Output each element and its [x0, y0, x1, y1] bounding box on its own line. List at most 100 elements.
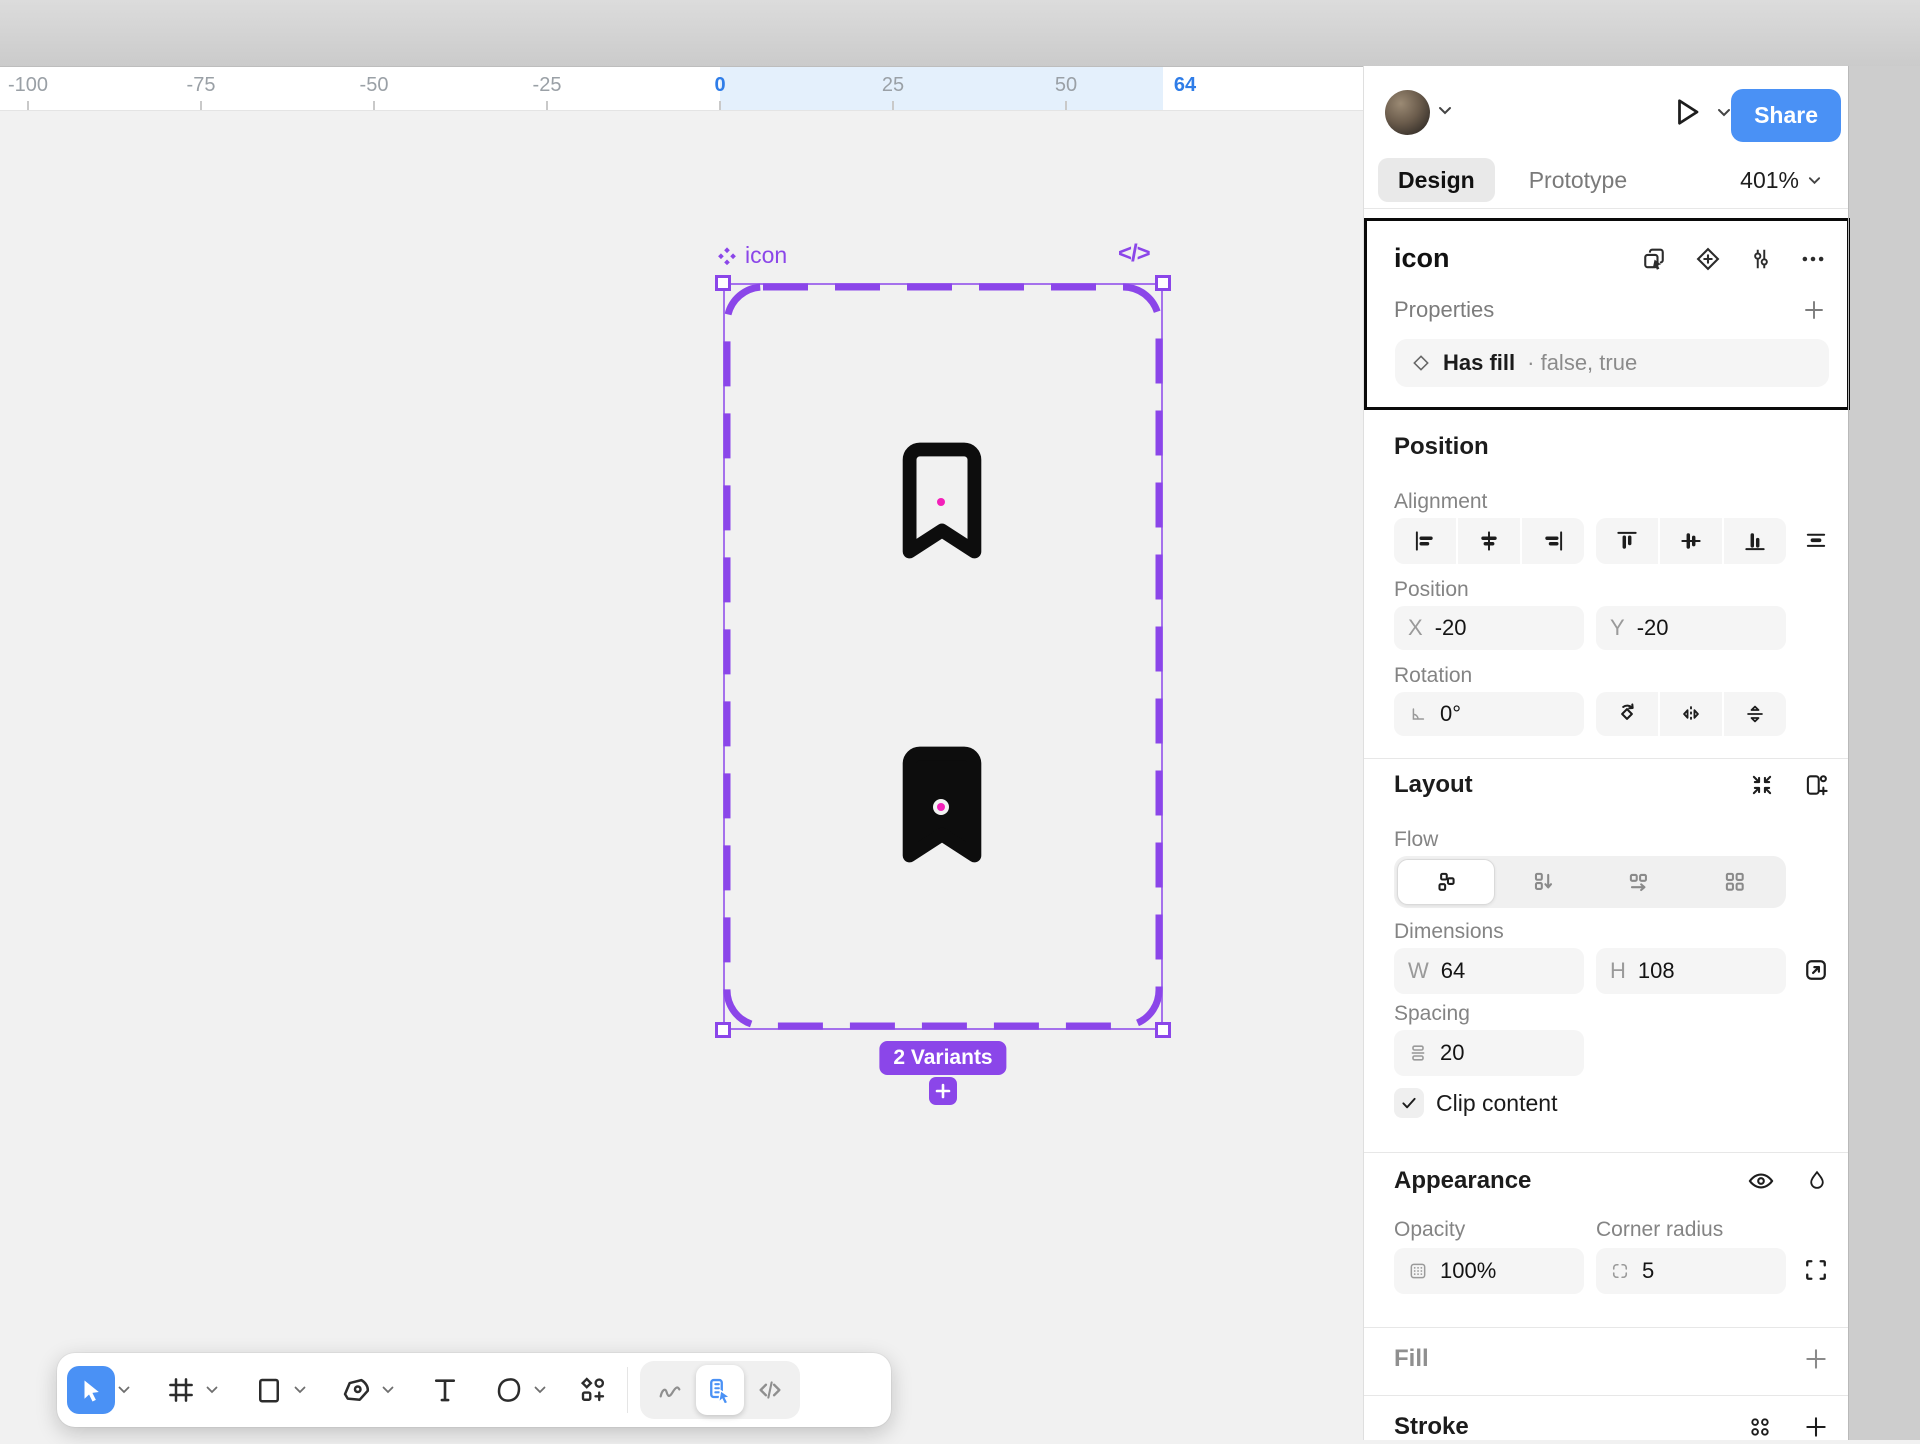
add-fill-icon[interactable] [1803, 1346, 1829, 1372]
resize-handle-se[interactable] [1155, 1022, 1171, 1038]
rectangle-tool-button[interactable] [247, 1367, 291, 1413]
zoom-level-value: 401% [1740, 167, 1799, 194]
align-top-button[interactable] [1596, 518, 1658, 564]
present-menu-chevron[interactable] [1717, 108, 1731, 117]
flow-vertical-option[interactable] [1495, 859, 1591, 905]
resize-to-fit-icon[interactable] [1802, 956, 1830, 984]
instance-swap-icon[interactable] [1640, 245, 1668, 273]
alignment-label: Alignment [1394, 490, 1487, 514]
ruler-tick-selection-end: 64 [1174, 74, 1196, 97]
h-label: H [1610, 958, 1626, 984]
component-diamond-plus-icon[interactable] [1694, 245, 1722, 273]
vertical-align-group [1596, 518, 1786, 564]
add-property-icon[interactable] [1802, 298, 1826, 322]
align-h-center-button[interactable] [1458, 518, 1520, 564]
independent-corners-icon[interactable] [1802, 1256, 1830, 1284]
flip-vertical-button[interactable] [1724, 692, 1786, 736]
present-play-button[interactable] [1672, 95, 1702, 129]
x-position-field[interactable]: X -20 [1394, 606, 1584, 650]
more-options-icon[interactable] [1800, 246, 1826, 272]
shrink-to-fit-icon[interactable] [1749, 772, 1775, 798]
rotation-field[interactable]: 0° [1394, 692, 1584, 736]
text-tool-button[interactable] [423, 1367, 467, 1413]
window-title-bar [0, 0, 1920, 67]
height-field[interactable]: H 108 [1596, 948, 1786, 994]
tab-design[interactable]: Design [1378, 158, 1495, 202]
pen-tool-menu-chevron[interactable] [379, 1367, 397, 1413]
right-properties-panel: Share Design Prototype 401% icon [1363, 66, 1849, 1440]
component-set-frame[interactable] [723, 283, 1163, 1030]
frame-tool-menu-chevron[interactable] [203, 1367, 221, 1413]
y-value: -20 [1637, 615, 1669, 641]
desktop-background-strip [1849, 66, 1920, 1440]
add-variant-button[interactable] [929, 1077, 957, 1105]
position-heading: Position [1394, 433, 1489, 461]
draw-mode-button[interactable] [646, 1365, 694, 1415]
rotation-value: 0° [1440, 701, 1461, 727]
variants-count-badge[interactable]: 2 Variants [879, 1041, 1006, 1075]
spacing-value: 20 [1440, 1040, 1464, 1066]
visibility-eye-icon[interactable] [1747, 1167, 1775, 1195]
property-has-fill-row[interactable]: Has fill · false, true [1395, 339, 1829, 387]
measure-mode-button[interactable] [696, 1365, 744, 1415]
component-props-sliders-icon[interactable] [1748, 245, 1774, 273]
dev-mode-button[interactable] [746, 1365, 794, 1415]
resize-handle-ne[interactable] [1155, 275, 1171, 291]
corner-radius-field[interactable]: 5 [1596, 1248, 1786, 1294]
flow-horizontal-option[interactable] [1591, 859, 1687, 905]
shape-tool-menu-chevron[interactable] [291, 1367, 309, 1413]
spacing-field[interactable]: 20 [1394, 1030, 1584, 1076]
flow-freeform-option[interactable] [1397, 859, 1495, 905]
shape-blob-tool-button[interactable] [487, 1367, 531, 1413]
align-bottom-button[interactable] [1724, 518, 1786, 564]
frame-tool-button[interactable] [159, 1367, 203, 1413]
clip-content-checkbox[interactable] [1394, 1088, 1424, 1118]
ruler-tick: -25 [533, 74, 562, 97]
resize-handle-nw[interactable] [715, 275, 731, 291]
flow-grid-option[interactable] [1687, 859, 1783, 905]
corner-radius-icon [1610, 1261, 1630, 1281]
align-right-button[interactable] [1522, 518, 1584, 564]
tab-prototype[interactable]: Prototype [1509, 158, 1647, 202]
pink-dot [937, 803, 945, 811]
ruler-selection-highlight [720, 67, 1163, 110]
flow-label: Flow [1394, 828, 1438, 852]
pen-tool-button[interactable] [335, 1367, 379, 1413]
ruler-tick: -75 [187, 74, 216, 97]
component-title: icon [1394, 243, 1450, 274]
opacity-field[interactable]: 100% [1394, 1248, 1584, 1294]
width-field[interactable]: W 64 [1394, 948, 1584, 994]
add-stroke-icon[interactable] [1803, 1414, 1829, 1440]
align-v-center-button[interactable] [1660, 518, 1722, 564]
add-auto-layout-icon[interactable] [1803, 772, 1829, 798]
appearance-heading: Appearance [1394, 1167, 1531, 1195]
y-position-field[interactable]: Y -20 [1596, 606, 1786, 650]
flip-horizontal-button[interactable] [1660, 692, 1722, 736]
component-config-section: icon [1364, 218, 1850, 410]
rotation-label: Rotation [1394, 664, 1472, 688]
dimensions-label: Dimensions [1394, 920, 1504, 944]
avatar-menu-chevron[interactable] [1438, 106, 1452, 115]
corner-radius-value: 5 [1642, 1258, 1654, 1284]
clip-content-label: Clip content [1436, 1090, 1557, 1117]
blob-tool-menu-chevron[interactable] [531, 1367, 549, 1413]
pink-dot [937, 498, 945, 506]
share-button[interactable]: Share [1731, 89, 1841, 142]
blend-droplet-icon[interactable] [1805, 1168, 1829, 1194]
actions-tool-button[interactable] [571, 1367, 615, 1413]
tidy-up-button[interactable] [1802, 526, 1830, 554]
zoom-level-control[interactable]: 401% [1740, 167, 1821, 194]
tools-toolbar [57, 1353, 891, 1427]
align-left-button[interactable] [1394, 518, 1456, 564]
position-label: Position [1394, 578, 1469, 602]
user-avatar[interactable] [1385, 90, 1430, 135]
component-set-label[interactable]: icon [716, 242, 787, 269]
property-values: · false, true [1527, 350, 1637, 376]
move-tool-button[interactable] [67, 1366, 115, 1414]
dev-resource-icon[interactable]: </> [1118, 240, 1150, 268]
stroke-styles-icon[interactable] [1747, 1414, 1773, 1440]
move-tool-menu-chevron[interactable] [115, 1367, 133, 1413]
resize-handle-sw[interactable] [715, 1022, 731, 1038]
stroke-heading: Stroke [1394, 1413, 1469, 1441]
rotate-90-button[interactable] [1596, 692, 1658, 736]
